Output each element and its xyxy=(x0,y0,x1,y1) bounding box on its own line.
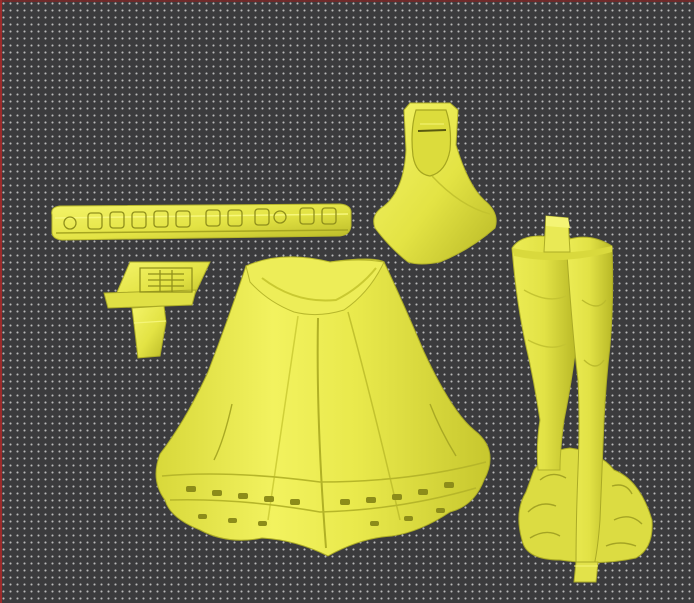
legs-part[interactable] xyxy=(511,215,653,583)
3d-viewport[interactable] xyxy=(0,0,694,603)
cape-part[interactable] xyxy=(155,256,491,557)
hood-part[interactable] xyxy=(373,102,497,265)
clasp-part[interactable] xyxy=(103,261,211,359)
belt-part[interactable] xyxy=(51,203,352,241)
model-scene[interactable] xyxy=(0,0,694,603)
